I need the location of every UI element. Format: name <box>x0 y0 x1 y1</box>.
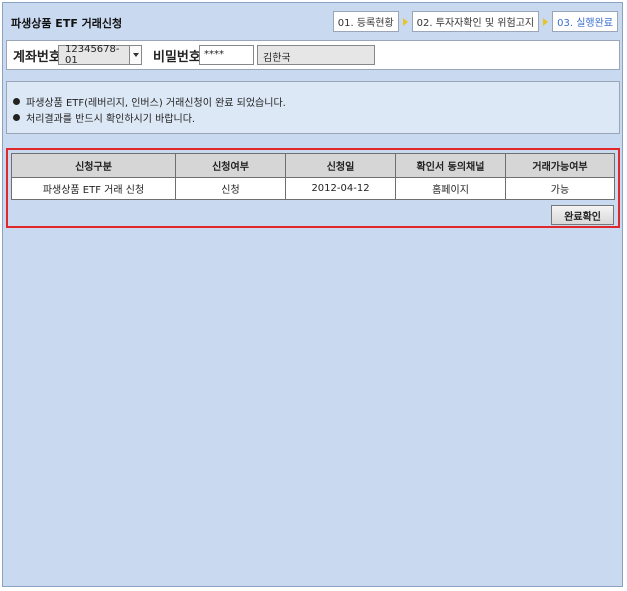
table-cell: 파생상품 ETF 거래 신청 <box>11 177 176 200</box>
account-bar: 계좌번호 12345678-01 비밀번호 **** 김한국 <box>6 40 620 70</box>
result-table: 신청구분 신청여부 신청일 확인서 동의채널 거래가능여부 파생상품 ETF 거… <box>11 153 615 200</box>
password-label: 비밀번호 <box>153 50 201 65</box>
step-2: 02. 투자자확인 및 위험고지 <box>411 11 540 32</box>
bullet-icon <box>13 97 20 105</box>
notice-text: 처리결과를 반드시 확인하시기 바랍니다. <box>26 113 196 125</box>
table-cell: 2012-04-12 <box>285 177 396 200</box>
table-cell: 홈페이지 <box>395 177 506 200</box>
notice-line: 파생상품 ETF(레버리지, 인버스) 거래신청이 완료 되었습니다. <box>7 93 619 109</box>
step-arrow-icon <box>543 17 549 26</box>
table-cell: 가능 <box>505 177 615 200</box>
column-header: 거래가능여부 <box>505 153 615 178</box>
step-indicator: 01. 등록현황 02. 투자자확인 및 위험고지 03. 실행완료 <box>332 11 618 32</box>
password-field[interactable]: **** <box>199 45 254 65</box>
result-panel: 신청구분 신청여부 신청일 확인서 동의채널 거래가능여부 파생상품 ETF 거… <box>6 148 620 228</box>
account-label: 계좌번호 <box>13 50 61 65</box>
account-holder: 김한국 <box>257 45 375 65</box>
step-arrow-icon <box>402 17 408 26</box>
column-header: 신청여부 <box>175 153 286 178</box>
notice-box: 파생상품 ETF(레버리지, 인버스) 거래신청이 완료 되었습니다. 처리결과… <box>6 81 620 134</box>
page-title: 파생상품 ETF 거래신청 <box>11 17 123 30</box>
step-3: 03. 실행완료 <box>552 11 618 32</box>
account-select[interactable]: 12345678-01 <box>58 44 142 66</box>
confirm-button[interactable]: 완료확인 <box>551 205 614 225</box>
table-cell: 신청 <box>175 177 286 200</box>
notice-text: 파생상품 ETF(레버리지, 인버스) 거래신청이 완료 되었습니다. <box>26 97 286 109</box>
account-number: 12345678-01 <box>65 44 120 66</box>
table-row: 파생상품 ETF 거래 신청 신청 2012-04-12 홈페이지 가능 <box>11 177 615 200</box>
chevron-down-icon[interactable] <box>129 46 141 64</box>
column-header: 신청일 <box>285 153 396 178</box>
table-header-row: 신청구분 신청여부 신청일 확인서 동의채널 거래가능여부 <box>11 153 615 178</box>
step-1: 01. 등록현황 <box>332 11 399 32</box>
notice-line: 처리결과를 반드시 확인하시기 바랍니다. <box>7 109 619 125</box>
column-header: 확인서 동의채널 <box>395 153 506 178</box>
column-header: 신청구분 <box>11 153 176 178</box>
main-panel: 파생상품 ETF 거래신청 01. 등록현황 02. 투자자확인 및 위험고지 … <box>2 2 623 587</box>
bullet-icon <box>13 113 20 121</box>
